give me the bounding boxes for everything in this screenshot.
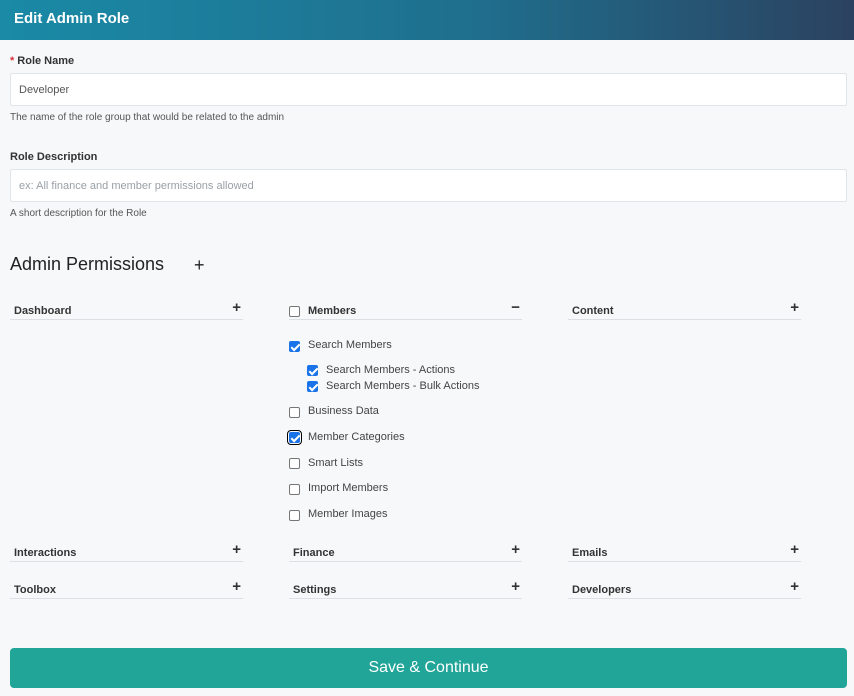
expand-icon[interactable]: +: [790, 299, 799, 316]
search-members-label: Search Members: [308, 339, 392, 351]
add-permission-icon[interactable]: +: [194, 255, 205, 275]
group-dashboard[interactable]: Dashboard +: [10, 299, 243, 320]
group-finance-label: Finance: [293, 547, 335, 559]
search-members-bulk-actions-label: Search Members - Bulk Actions: [326, 380, 480, 392]
group-toolbox[interactable]: Toolbox +: [10, 578, 243, 599]
group-emails[interactable]: Emails +: [568, 541, 801, 562]
import-members-label: Import Members: [308, 482, 389, 494]
smart-lists-label: Smart Lists: [308, 457, 364, 469]
group-interactions-label: Interactions: [14, 547, 77, 559]
search-members-actions-checkbox[interactable]: [307, 365, 318, 376]
role-description-label: Role Description: [10, 151, 98, 163]
role-name-input[interactable]: [10, 73, 847, 106]
expand-icon[interactable]: +: [511, 541, 520, 558]
member-images-label: Member Images: [308, 508, 388, 520]
role-description-help: A short description for the Role: [10, 208, 147, 219]
page-title: Edit Admin Role: [14, 10, 130, 27]
search-members-checkbox[interactable]: [289, 341, 300, 352]
expand-icon[interactable]: +: [790, 578, 799, 595]
group-settings-label: Settings: [293, 584, 337, 596]
collapse-icon[interactable]: −: [511, 299, 520, 316]
group-toolbox-label: Toolbox: [14, 584, 56, 596]
search-members-actions-label: Search Members - Actions: [326, 364, 455, 376]
expand-icon[interactable]: +: [511, 578, 520, 595]
required-mark: *: [10, 55, 15, 67]
group-members[interactable]: Members −: [289, 299, 522, 320]
role-description-input[interactable]: [10, 169, 847, 202]
role-name-label-text: Role Name: [17, 55, 75, 67]
save-continue-button[interactable]: Save & Continue: [10, 648, 847, 688]
expand-icon[interactable]: +: [232, 299, 241, 316]
group-members-label: Members: [308, 305, 357, 317]
group-interactions[interactable]: Interactions +: [10, 541, 243, 562]
group-developers-label: Developers: [572, 584, 632, 596]
smart-lists-checkbox[interactable]: [289, 458, 300, 469]
group-settings[interactable]: Settings +: [289, 578, 522, 599]
member-categories-checkbox[interactable]: [287, 430, 302, 445]
business-data-checkbox[interactable]: [289, 407, 300, 418]
group-finance[interactable]: Finance +: [289, 541, 522, 562]
group-emails-label: Emails: [572, 547, 608, 559]
search-members-bulk-actions-checkbox[interactable]: [307, 381, 318, 392]
expand-icon[interactable]: +: [232, 541, 241, 558]
group-dashboard-label: Dashboard: [14, 305, 72, 317]
role-name-label: * Role Name: [10, 55, 74, 67]
admin-permissions-title: Admin Permissions: [10, 254, 165, 274]
expand-icon[interactable]: +: [790, 541, 799, 558]
business-data-label: Business Data: [308, 405, 379, 417]
import-members-checkbox[interactable]: [289, 484, 300, 495]
member-categories-label: Member Categories: [308, 431, 405, 443]
expand-icon[interactable]: +: [232, 578, 241, 595]
role-name-help: The name of the role group that would be…: [10, 112, 285, 123]
members-checkbox[interactable]: [289, 306, 300, 317]
group-developers[interactable]: Developers +: [568, 578, 801, 599]
page-header: Edit Admin Role: [0, 0, 854, 40]
group-content[interactable]: Content +: [568, 299, 801, 320]
group-content-label: Content: [572, 305, 614, 317]
member-images-checkbox[interactable]: [289, 510, 300, 521]
